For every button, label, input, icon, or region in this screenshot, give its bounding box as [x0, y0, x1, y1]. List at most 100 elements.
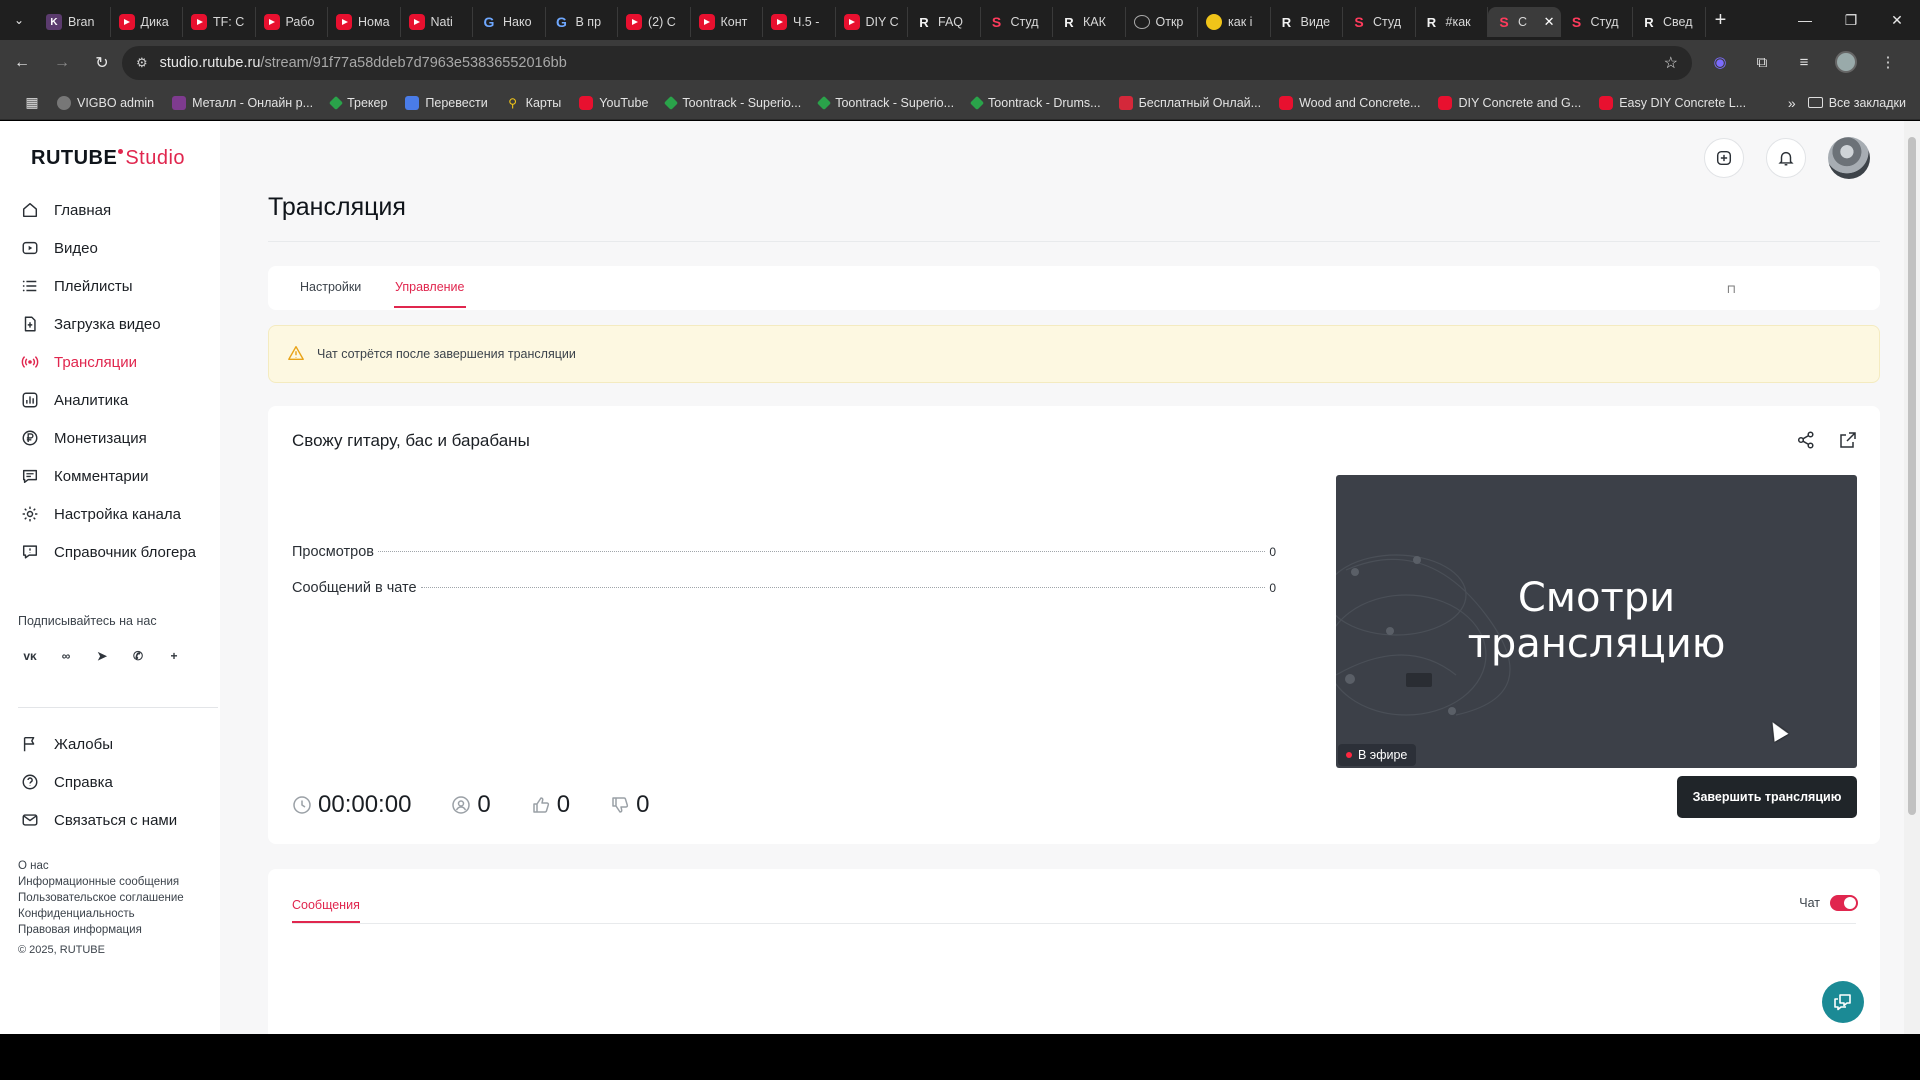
viber-icon[interactable]: ✆ — [126, 644, 150, 668]
title-divider — [268, 241, 1880, 242]
browser-tab[interactable]: Конт — [691, 7, 763, 37]
puzzle-icon[interactable]: ⧉ — [1748, 48, 1776, 76]
footer-link[interactable]: Пользовательское соглашение — [18, 890, 184, 906]
browser-tab[interactable]: DIY C — [836, 7, 908, 37]
browser-tab[interactable]: Nati — [401, 7, 473, 37]
sidebar-item[interactable]: Главная — [20, 191, 215, 229]
browser-tab[interactable]: Рабо — [256, 7, 328, 37]
vk-icon[interactable]: ᴠᴋ — [18, 644, 42, 668]
bookmark-item[interactable]: Wood and Concrete... — [1270, 86, 1429, 120]
bookmark-item[interactable]: Трекер — [322, 86, 396, 120]
footer-link[interactable]: Конфиденциальность — [18, 906, 184, 922]
bookmark-favicon-icon — [405, 95, 420, 110]
sidebar-item[interactable]: Справочник блогера — [20, 533, 215, 571]
bookmark-item[interactable]: ⚲ Карты — [497, 86, 571, 120]
bookmark-item[interactable]: Toontrack - Superio... — [657, 86, 810, 120]
browser-tab[interactable]: R Виде — [1271, 7, 1343, 37]
sidebar-item[interactable]: Загрузка видео — [20, 305, 215, 343]
site-info-icon[interactable]: ⚙ — [136, 55, 148, 71]
external-link-icon[interactable] — [1838, 430, 1858, 450]
browser-tab[interactable]: G В пр — [546, 7, 618, 37]
rutube-studio-logo[interactable]: RUTUBE Studio — [31, 147, 185, 170]
tab-settings[interactable]: Настройки — [300, 280, 361, 294]
browser-tab[interactable]: R #как — [1416, 7, 1488, 37]
bookmark-item[interactable]: Бесплатный Онлай... — [1110, 86, 1271, 120]
bookmark-item[interactable]: VIGBO admin — [48, 86, 163, 120]
back-icon[interactable]: ← — [4, 45, 40, 81]
more-social-icon[interactable]: + — [162, 644, 186, 668]
sidebar-item[interactable]: Трансляции — [20, 343, 215, 381]
browser-tab[interactable]: S Студ — [1561, 7, 1633, 37]
end-stream-button[interactable]: Завершить трансляцию — [1677, 776, 1857, 818]
support-chat-button[interactable] — [1822, 981, 1864, 1023]
browser-tab[interactable]: R КАК — [1053, 7, 1126, 37]
browser-tab[interactable]: G Нако — [473, 7, 546, 37]
bookmark-item[interactable]: Металл - Онлайн р... — [163, 86, 322, 120]
user-avatar[interactable] — [1828, 137, 1870, 179]
restore-icon[interactable]: ❐ — [1828, 0, 1874, 40]
browser-tab-active[interactable]: S С ✕ — [1488, 7, 1561, 37]
close-window-icon[interactable]: ✕ — [1874, 0, 1920, 40]
scroll-thumb[interactable] — [1908, 137, 1916, 815]
sidebar-item[interactable]: Связаться с нами — [20, 801, 215, 839]
browser-tab[interactable]: Откр — [1126, 7, 1198, 37]
add-content-button[interactable] — [1704, 138, 1744, 178]
chat-toggle[interactable] — [1830, 895, 1858, 911]
close-tab-icon[interactable]: ✕ — [1544, 14, 1555, 30]
telegram-icon[interactable]: ➤ — [90, 644, 114, 668]
browser-tab[interactable]: (2) С — [618, 7, 691, 37]
apps-icon[interactable]: ▦ — [16, 86, 48, 120]
bookmark-star-icon[interactable]: ☆ — [1664, 53, 1678, 73]
playlist-icon — [20, 276, 40, 296]
sidebar-item[interactable]: Видео — [20, 229, 215, 267]
minimize-icon[interactable]: — — [1782, 0, 1828, 40]
bookmark-item[interactable]: Перевести — [396, 86, 496, 120]
browser-menu-icon[interactable]: ⋮ — [1874, 48, 1902, 76]
tab-search-chevron-icon[interactable]: ⌄ — [0, 0, 38, 40]
reload-icon[interactable]: ↻ — [84, 45, 120, 81]
thumbs-up-icon — [533, 797, 549, 813]
tab-management[interactable]: Управление — [395, 280, 465, 294]
sidebar-item[interactable]: Справка — [20, 763, 215, 801]
footer-link[interactable]: Информационные сообщения — [18, 874, 184, 890]
browser-tab[interactable]: Ч.5 - — [763, 7, 836, 37]
page-scrollbar[interactable] — [1904, 121, 1920, 1034]
browser-tab[interactable]: Дика — [111, 7, 183, 37]
sidebar-item[interactable]: Жалобы — [20, 725, 215, 763]
new-tab-button[interactable]: + — [1706, 9, 1736, 32]
media-control-icon[interactable]: ≡ — [1790, 48, 1818, 76]
window-controls: — ❐ ✕ — [1782, 0, 1920, 40]
bookmark-item[interactable]: Easy DIY Concrete L... — [1590, 86, 1755, 120]
browser-tab[interactable]: TF: С — [183, 7, 256, 37]
sidebar-item[interactable]: Комментарии — [20, 457, 215, 495]
browser-tab[interactable]: R FAQ — [908, 7, 981, 37]
browser-tab[interactable]: K Bran — [38, 7, 111, 37]
browser-tab[interactable]: S Студ — [981, 7, 1053, 37]
browser-tab[interactable]: как і — [1198, 7, 1271, 37]
sidebar-item[interactable]: Плейлисты — [20, 267, 215, 305]
sidebar-item[interactable]: Настройка канала — [20, 495, 215, 533]
all-bookmarks-button[interactable]: Все закладки — [1807, 96, 1920, 110]
ok-icon[interactable]: ∞ — [54, 644, 78, 668]
sidebar-item[interactable]: Аналитика — [20, 381, 215, 419]
footer-link[interactable]: О нас — [18, 858, 184, 874]
sidebar-item[interactable]: Монетизация — [20, 419, 215, 457]
bookmark-item[interactable]: Toontrack - Superio... — [810, 86, 963, 120]
bookmark-item[interactable]: YouTube — [570, 86, 657, 120]
browser-tab[interactable]: Нома — [328, 7, 401, 37]
more-bookmarks-icon[interactable]: » — [1776, 95, 1808, 111]
bookmark-item[interactable]: Toontrack - Drums... — [963, 86, 1110, 120]
browser-tab[interactable]: S Студ — [1343, 7, 1416, 37]
notifications-button[interactable] — [1766, 138, 1806, 178]
footer-link[interactable]: Правовая информация — [18, 922, 184, 938]
extension-icon[interactable]: ◉ — [1706, 48, 1734, 76]
profile-icon[interactable] — [1832, 48, 1860, 76]
browser-tab[interactable]: R Свед — [1633, 7, 1706, 37]
tab-favicon-icon: S — [1499, 14, 1509, 30]
tab-messages[interactable]: Сообщения — [292, 898, 360, 912]
forward-icon[interactable]: → — [44, 45, 80, 81]
bookmark-item[interactable]: DIY Concrete and G... — [1429, 86, 1590, 120]
share-icon[interactable] — [1796, 430, 1816, 450]
url-input[interactable]: ⚙ studio.rutube.ru/stream/91f77a58ddeb7d… — [122, 46, 1692, 80]
tab-title: Студ — [1010, 15, 1039, 29]
